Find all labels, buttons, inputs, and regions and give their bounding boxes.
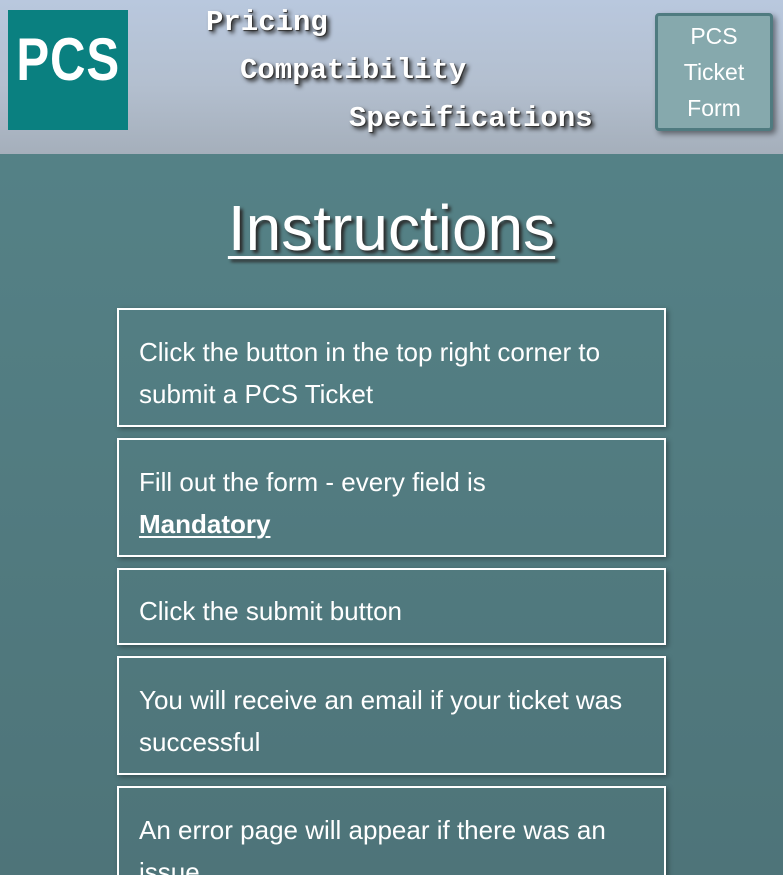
step-5-text: An error page will appear if there was a… — [139, 815, 606, 875]
instruction-step-4: You will receive an email if your ticket… — [117, 656, 666, 775]
tagline-pricing: Pricing — [206, 6, 328, 39]
ticket-button-line-3: Form — [687, 95, 741, 121]
instruction-step-2: Fill out the form - every field is Manda… — [117, 438, 666, 557]
site-header: PCS Pricing Compatibility Specifications… — [0, 0, 783, 154]
logo-text: PCS — [16, 25, 120, 93]
step-1-text: Click the button in the top right corner… — [139, 337, 601, 409]
step-3-text: Click the submit button — [139, 596, 403, 626]
tagline-specifications: Specifications — [349, 102, 593, 135]
ticket-button-line-1: PCS — [690, 23, 738, 49]
pcs-ticket-form-button[interactable]: PCS Ticket Form — [655, 13, 773, 131]
step-4-text: You will receive an email if your ticket… — [139, 685, 623, 757]
instruction-step-5: An error page will appear if there was a… — [117, 786, 666, 875]
step-2-text-wrapper: Fill out the form - every field is Manda… — [139, 461, 644, 545]
ticket-button-line-2: Ticket — [683, 59, 745, 85]
instruction-step-3: Click the submit button — [117, 568, 666, 645]
page-title: Instructions — [227, 192, 556, 264]
tagline-compatibility: Compatibility — [240, 54, 467, 87]
mandatory-emphasis: Mandatory — [139, 509, 271, 539]
instruction-step-1: Click the button in the top right corner… — [117, 308, 666, 427]
pcs-logo[interactable]: PCS — [8, 10, 128, 130]
step-2-text: Fill out the form - every field is — [139, 467, 486, 497]
